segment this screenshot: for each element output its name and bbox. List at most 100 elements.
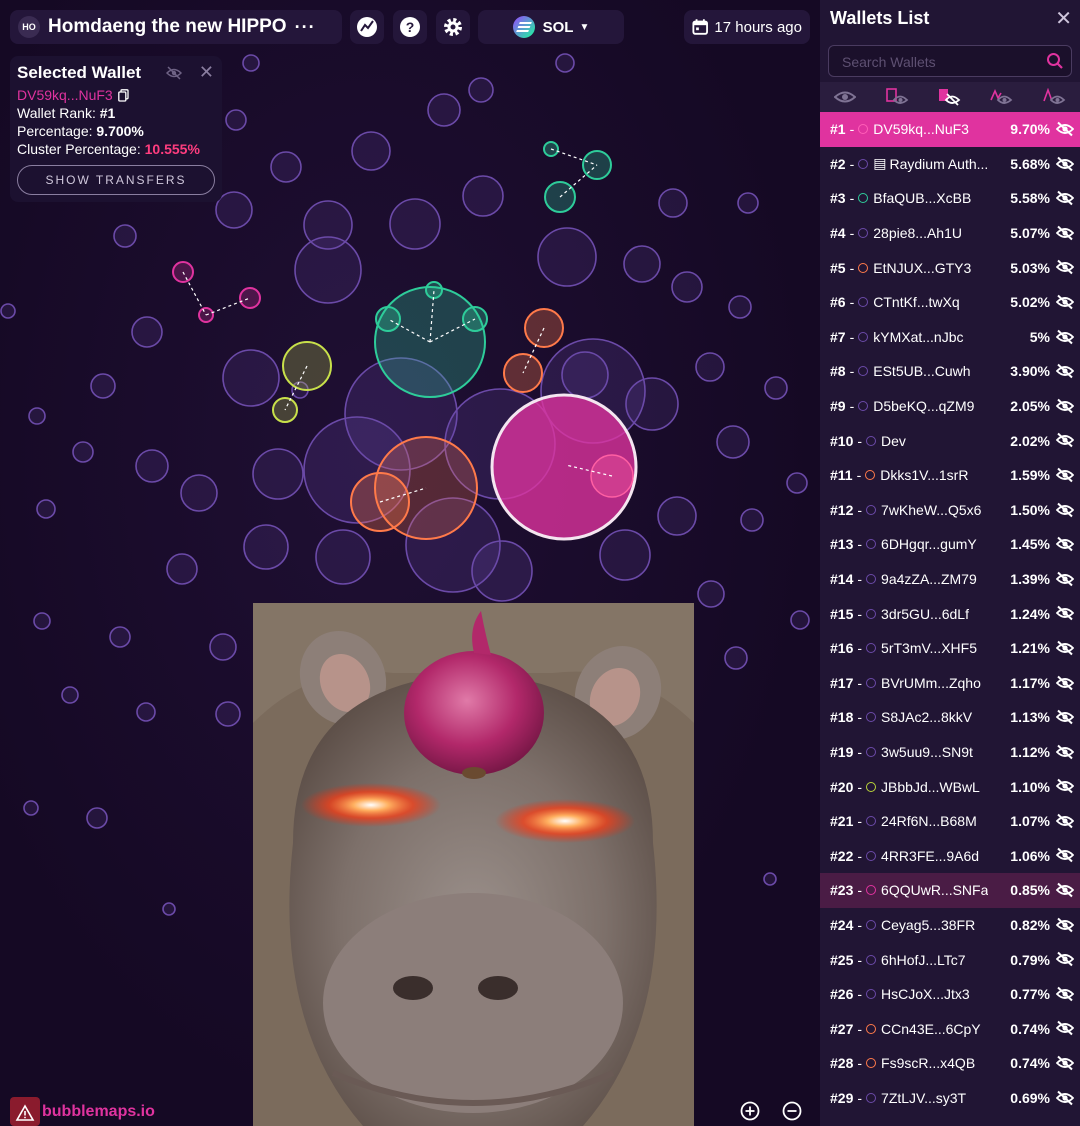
wallet-row[interactable]: #18- S8JAc2...8kkV 1.13% <box>820 700 1080 735</box>
wallet-bubble[interactable] <box>764 376 788 400</box>
hide-eye-icon[interactable] <box>1056 294 1074 310</box>
wallet-bubble[interactable] <box>697 580 725 608</box>
hide-eye-icon[interactable] <box>1056 1020 1074 1036</box>
wallet-bubble[interactable] <box>33 612 51 630</box>
wallet-row[interactable]: #26- HsCJoX...Jtx3 0.77% <box>820 977 1080 1012</box>
wallet-bubble[interactable] <box>109 626 131 648</box>
wallet-bubble[interactable] <box>790 610 810 630</box>
wallet-bubble[interactable] <box>716 425 750 459</box>
wallet-bubble[interactable] <box>166 553 198 585</box>
wallet-row[interactable]: #4- 28pie8...Ah1U 5.07% <box>820 216 1080 251</box>
wallet-row[interactable]: #29- 7ZtLJV...sy3T 0.69% <box>820 1081 1080 1116</box>
dex-filter-icon[interactable] <box>989 88 1013 106</box>
wallet-row[interactable]: #21- 24Rf6N...B68M 1.07% <box>820 804 1080 839</box>
wallet-bubble[interactable] <box>36 499 56 519</box>
hide-eye-icon[interactable] <box>1056 1055 1074 1071</box>
wallet-row[interactable]: #7- kYMXat...nJbc 5% <box>820 320 1080 355</box>
more-options-icon[interactable]: ··· <box>295 17 316 38</box>
hide-eye-icon[interactable] <box>1056 363 1074 379</box>
wallet-row[interactable]: #28- Fs9scR...x4QB 0.74% <box>820 1046 1080 1081</box>
zoom-out-button[interactable] <box>778 1097 806 1125</box>
hide-eye-icon[interactable] <box>1056 536 1074 552</box>
wallet-bubble[interactable] <box>242 54 260 72</box>
copy-icon[interactable] <box>117 88 129 102</box>
wallet-bubble[interactable] <box>468 77 494 103</box>
wallet-bubble[interactable] <box>72 441 94 463</box>
wallet-bubble[interactable] <box>389 198 441 250</box>
wallet-row[interactable]: #15- 3dr5GU...6dLf 1.24% <box>820 596 1080 631</box>
wallet-bubble[interactable] <box>737 192 759 214</box>
hide-eye-icon[interactable] <box>1056 605 1074 621</box>
wallet-bubble[interactable] <box>351 131 391 171</box>
analytics-button[interactable] <box>350 10 384 44</box>
hide-eye-icon[interactable] <box>1056 571 1074 587</box>
close-icon[interactable]: ✕ <box>199 62 214 83</box>
hide-eye-icon[interactable] <box>1056 778 1074 794</box>
wallet-bubble[interactable] <box>28 407 46 425</box>
show-transfers-button[interactable]: SHOW TRANSFERS <box>17 165 215 195</box>
wallet-bubble[interactable] <box>658 188 688 218</box>
wallet-bubble[interactable] <box>252 448 304 500</box>
hide-eye-icon[interactable] <box>1056 329 1074 345</box>
bridge-filter-icon[interactable] <box>1042 88 1066 106</box>
wallet-row[interactable]: #14- 9a4zZA...ZM79 1.39% <box>820 562 1080 597</box>
hide-eye-icon[interactable] <box>1056 744 1074 760</box>
hide-eye-icon[interactable] <box>166 66 182 80</box>
wallet-bubble[interactable] <box>427 93 461 127</box>
exchange-filter-icon[interactable] <box>937 88 961 106</box>
wallet-bubble[interactable] <box>763 872 777 886</box>
hide-eye-icon[interactable] <box>1056 986 1074 1002</box>
wallet-bubble[interactable] <box>225 109 247 131</box>
hide-eye-icon[interactable] <box>1056 432 1074 448</box>
contract-filter-icon[interactable] <box>885 88 909 106</box>
wallet-bubble[interactable] <box>695 352 725 382</box>
wallet-row[interactable]: #25- 6hHofJ...LTc7 0.79% <box>820 942 1080 977</box>
time-selector[interactable]: 17 hours ago <box>684 10 810 44</box>
wallet-row[interactable]: #10- Dev 2.02% <box>820 423 1080 458</box>
hide-eye-icon[interactable] <box>1056 467 1074 483</box>
hide-eye-icon[interactable] <box>1056 847 1074 863</box>
hide-eye-icon[interactable] <box>1056 121 1074 137</box>
wallet-bubble[interactable] <box>728 295 752 319</box>
settings-button[interactable] <box>436 10 470 44</box>
hide-eye-icon[interactable] <box>1056 398 1074 414</box>
wallet-row[interactable]: #11- Dkks1V...1srR 1.59% <box>820 458 1080 493</box>
wallet-bubble[interactable] <box>724 646 748 670</box>
wallet-row[interactable]: #13- 6DHgqr...gumY 1.45% <box>820 527 1080 562</box>
wallet-bubble[interactable] <box>113 224 137 248</box>
wallet-row[interactable]: #5- EtNJUX...GTY3 5.03% <box>820 250 1080 285</box>
token-selector[interactable]: HO Homdaeng the new HIPPO ··· <box>10 10 342 44</box>
search-icon[interactable] <box>1046 52 1064 70</box>
wallet-bubble[interactable] <box>136 702 156 722</box>
wallet-row[interactable]: #19- 3w5uu9...SN9t 1.12% <box>820 735 1080 770</box>
wallet-row[interactable]: #22- 4RR3FE...9A6d 1.06% <box>820 838 1080 873</box>
hide-eye-icon[interactable] <box>1056 225 1074 241</box>
wallet-bubble[interactable] <box>243 524 289 570</box>
wallet-row[interactable]: #1- DV59kq...NuF3 9.70% <box>820 112 1080 147</box>
wallet-row[interactable]: #20- JBbbJd...WBwL 1.10% <box>820 769 1080 804</box>
wallet-bubble[interactable] <box>209 633 237 661</box>
hide-eye-icon[interactable] <box>1056 156 1074 172</box>
hide-eye-icon[interactable] <box>1056 882 1074 898</box>
hide-eye-icon[interactable] <box>1056 917 1074 933</box>
hide-eye-icon[interactable] <box>1056 640 1074 656</box>
hide-eye-icon[interactable] <box>1056 813 1074 829</box>
zoom-in-button[interactable] <box>736 1097 764 1125</box>
wallet-bubble[interactable] <box>671 271 703 303</box>
hide-eye-icon[interactable] <box>1056 190 1074 206</box>
chain-selector[interactable]: SOL ▼ <box>478 10 624 44</box>
wallet-bubble[interactable] <box>623 245 661 283</box>
wallet-bubble[interactable] <box>315 529 371 585</box>
wallet-row[interactable]: #17- BVrUMm...Zqho 1.17% <box>820 666 1080 701</box>
close-icon[interactable]: ✕ <box>1055 6 1072 31</box>
help-button[interactable]: ? <box>393 10 427 44</box>
hide-eye-icon[interactable] <box>1056 709 1074 725</box>
wallet-row[interactable]: #8- ESt5UB...Cuwh 3.90% <box>820 354 1080 389</box>
wallet-bubble[interactable] <box>294 236 362 304</box>
wallet-bubble[interactable] <box>23 800 39 816</box>
hide-eye-icon[interactable] <box>1056 675 1074 691</box>
wallet-bubble[interactable] <box>657 496 697 536</box>
wallet-bubble[interactable] <box>0 303 16 319</box>
hide-eye-icon[interactable] <box>1056 1090 1074 1106</box>
wallet-row[interactable]: #24- Ceyag5...38FR 0.82% <box>820 908 1080 943</box>
